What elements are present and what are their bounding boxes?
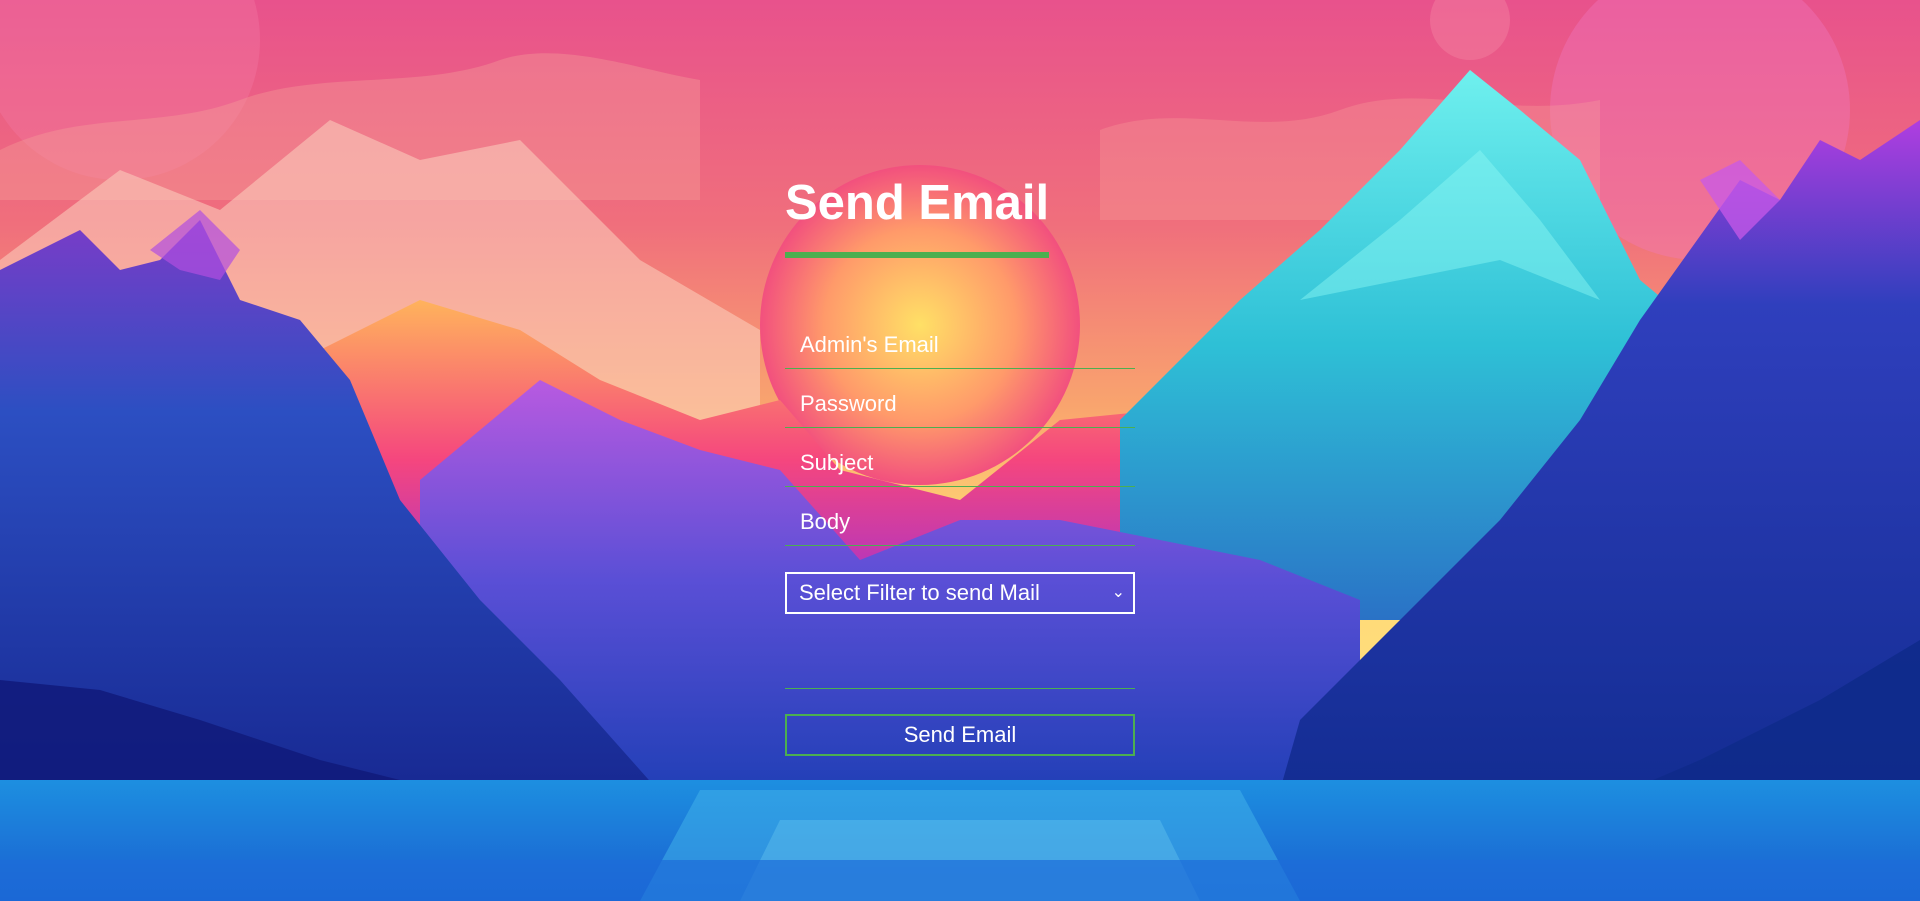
filter-select[interactable]: Select Filter to send Mail ⌄ [785,572,1135,614]
form-fields [785,310,1135,546]
password-field-wrap [785,369,1135,428]
send-email-button[interactable]: Send Email [785,714,1135,756]
body-input[interactable] [785,487,1135,545]
divider [785,688,1135,689]
password-input[interactable] [785,369,1135,427]
admin-email-field-wrap [785,310,1135,369]
subject-field-wrap [785,428,1135,487]
filter-select-value: Select Filter to send Mail [799,580,1040,605]
page-title: Send Email [785,170,1050,258]
send-email-form: Send Email Select Filter to send Mail ⌄ … [785,170,1135,756]
subject-input[interactable] [785,428,1135,486]
body-field-wrap [785,487,1135,546]
admin-email-input[interactable] [785,310,1135,368]
chevron-down-icon: ⌄ [1111,584,1125,601]
filter-select-wrap: Select Filter to send Mail ⌄ [785,572,1135,614]
